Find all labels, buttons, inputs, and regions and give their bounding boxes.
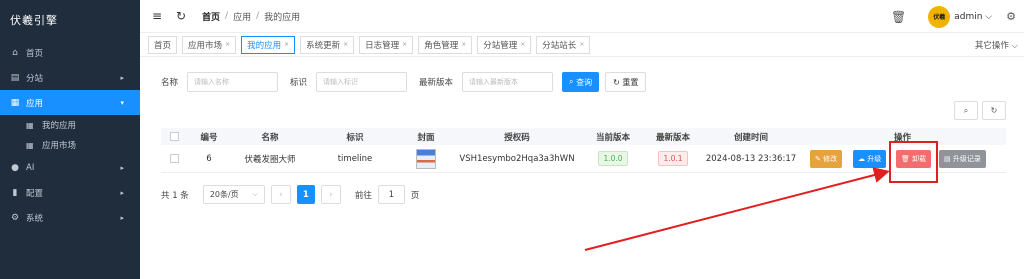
annotation-arrow [584, 167, 890, 251]
